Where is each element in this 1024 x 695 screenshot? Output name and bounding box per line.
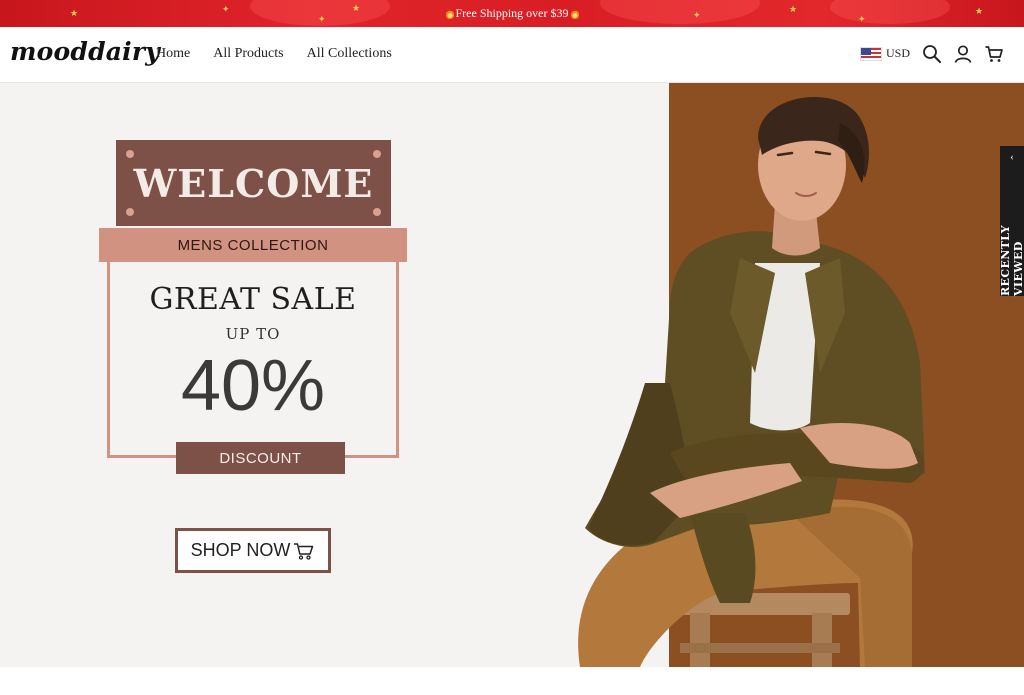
announcement-bar: ★ ✦ ✦ ★ ✦ ★ ✦ ★ Free Shipping over $39 xyxy=(0,0,1024,27)
welcome-heading: WELCOME xyxy=(133,160,374,206)
welcome-plaque: WELCOME xyxy=(116,140,391,226)
announcement-text: Free Shipping over $39 xyxy=(455,6,569,20)
main-nav: Home All Products All Collections xyxy=(156,46,392,62)
cart-icon[interactable] xyxy=(984,44,1004,64)
chevron-left-icon: ‹ xyxy=(1010,151,1014,163)
recently-viewed-tab[interactable]: ‹ RECENTLY VIEWED xyxy=(999,146,1024,296)
announcement: Free Shipping over $39 xyxy=(445,6,579,21)
recently-viewed-label: RECENTLY VIEWED xyxy=(999,225,1024,296)
hero-banner[interactable]: WELCOME MENS COLLECTION GREAT SALE UP TO… xyxy=(0,83,1024,667)
nav-all-products[interactable]: All Products xyxy=(213,46,283,62)
model-photo xyxy=(578,96,925,667)
site-header: mooddairy Home All Products All Collecti… xyxy=(0,27,1024,83)
page-bottom xyxy=(0,667,1024,695)
shop-now-label: SHOP NOW xyxy=(190,540,291,560)
logo[interactable]: mooddairy xyxy=(10,37,160,66)
collection-band: MENS COLLECTION xyxy=(99,228,407,262)
discount-percent: 40% xyxy=(180,346,326,426)
currency-selector[interactable]: USD xyxy=(860,46,910,61)
us-flag-icon xyxy=(860,46,882,61)
sale-title: GREAT SALE xyxy=(149,282,357,317)
shop-now-button[interactable]: SHOP NOW xyxy=(175,528,331,573)
flame-icon xyxy=(570,8,579,19)
flame-icon xyxy=(445,8,454,19)
up-to-label: UP TO xyxy=(225,325,281,343)
cart-icon xyxy=(294,542,314,560)
user-icon[interactable] xyxy=(953,44,973,64)
nav-home[interactable]: Home xyxy=(156,46,190,62)
search-icon[interactable] xyxy=(922,44,942,64)
discount-label: DISCOUNT xyxy=(176,442,345,474)
currency-label: USD xyxy=(886,46,911,60)
nav-all-collections[interactable]: All Collections xyxy=(307,46,392,62)
